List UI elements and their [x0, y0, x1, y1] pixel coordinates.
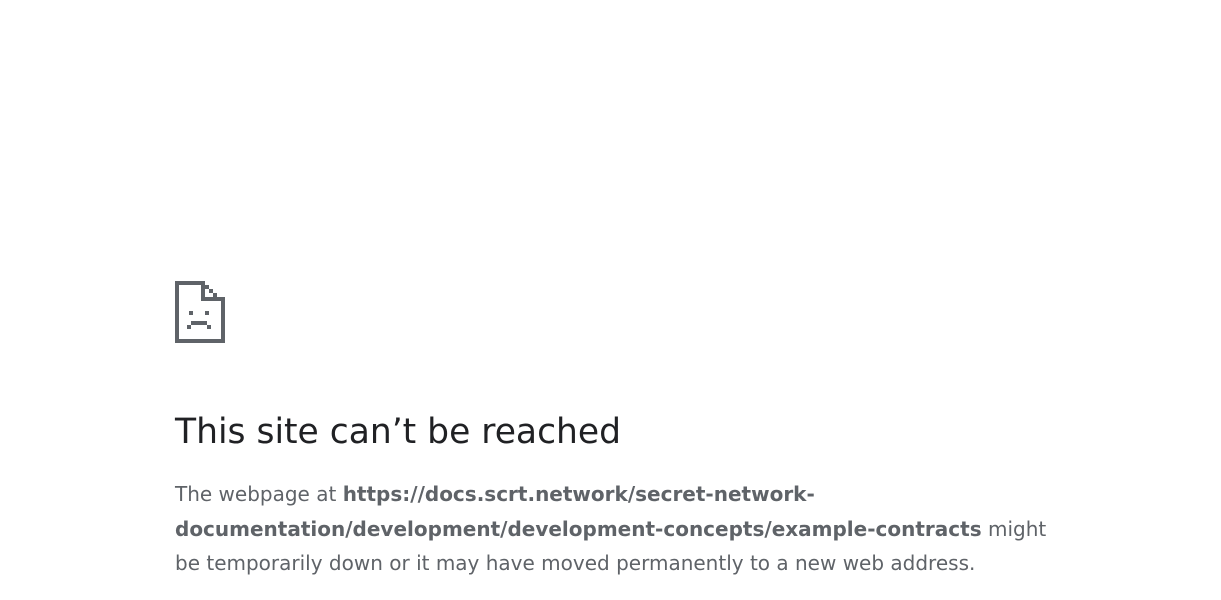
description-prefix: The webpage at [175, 482, 343, 506]
sad-page-icon [175, 281, 225, 343]
error-container: This site can’t be reached The webpage a… [175, 281, 1055, 575]
error-title: This site can’t be reached [175, 412, 622, 452]
error-description: The webpage at https://docs.scrt.network… [175, 477, 1055, 581]
